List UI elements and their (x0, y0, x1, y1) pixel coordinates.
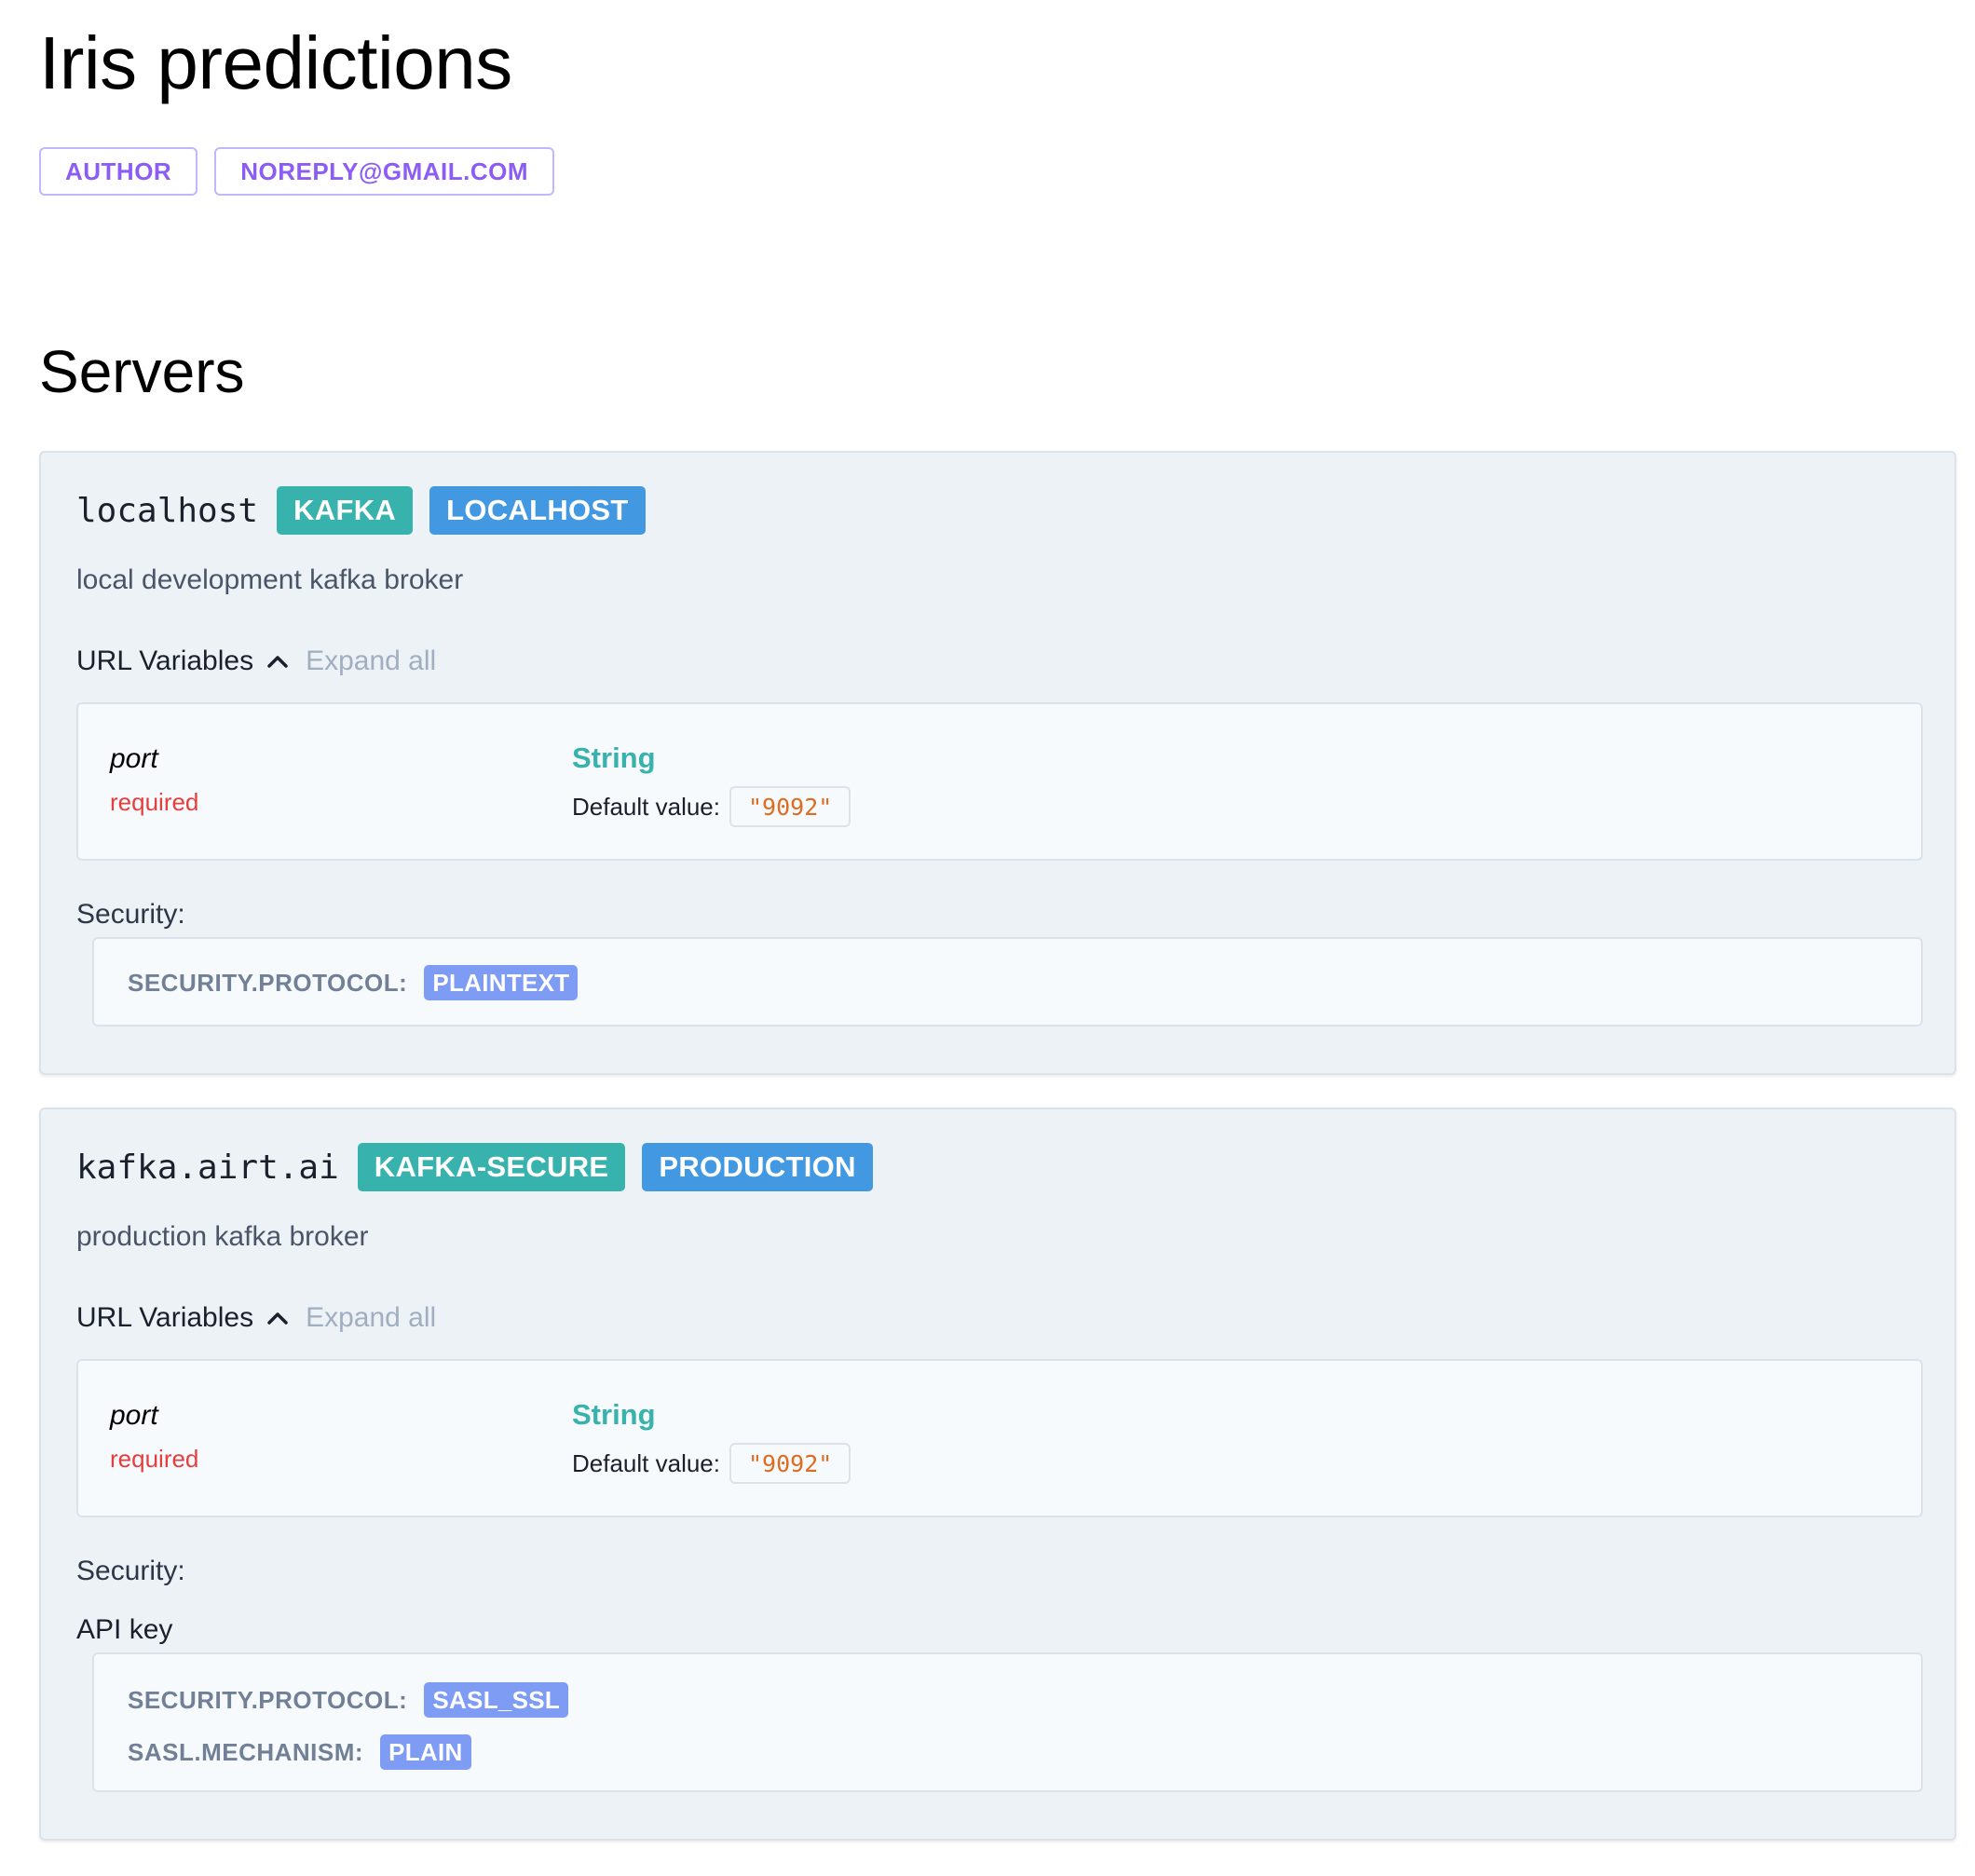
security-label: Security: (76, 1556, 185, 1586)
security-key: SASL.MECHANISM: (128, 1737, 364, 1766)
security-value-badge: SASL_SSL (424, 1682, 569, 1718)
security-item: SECURITY.PROTOCOL: SASL_SSL (128, 1682, 569, 1718)
protocol-badge: KAFKA-SECURE (357, 1143, 626, 1191)
environment-badge: PRODUCTION (642, 1143, 873, 1191)
server-card-localhost: localhost KAFKA LOCALHOST local developm… (39, 451, 1956, 1075)
url-variables-toggle[interactable]: URL Variables (76, 646, 253, 677)
variable-name: port (110, 1400, 158, 1431)
protocol-badge: KAFKA (277, 486, 414, 535)
security-item: SASL.MECHANISM: PLAIN (128, 1734, 471, 1770)
variable-type: String (572, 1398, 656, 1431)
default-value-row: Default value: "9092" (572, 1443, 851, 1484)
server-description: production kafka broker (76, 1221, 369, 1252)
environment-badge: LOCALHOST (429, 486, 646, 535)
security-box: SECURITY.PROTOCOL: SASL_SSL SASL.MECHANI… (92, 1652, 1923, 1792)
server-url: kafka.airt.ai (76, 1148, 339, 1187)
server-card-production: kafka.airt.ai KAFKA-SECURE PRODUCTION pr… (39, 1108, 1956, 1841)
author-tags: AUTHOR NOREPLY@GMAIL.COM (39, 147, 555, 196)
default-value-row: Default value: "9092" (572, 786, 851, 827)
url-variables-toggle[interactable]: URL Variables (76, 1302, 253, 1334)
security-value-badge: PLAINTEXT (424, 965, 579, 1000)
security-box: SECURITY.PROTOCOL: PLAINTEXT (92, 937, 1923, 1026)
author-tag[interactable]: AUTHOR (39, 147, 198, 196)
server-header: localhost KAFKA LOCALHOST (76, 486, 646, 535)
expand-all-button[interactable]: Expand all (306, 646, 436, 677)
security-scheme-name: API key (76, 1614, 173, 1645)
url-variables-header: URL Variables Expand all (76, 1302, 436, 1334)
required-label: required (110, 1445, 199, 1473)
required-label: required (110, 788, 199, 816)
chevron-up-icon[interactable] (266, 1311, 289, 1325)
server-header: kafka.airt.ai KAFKA-SECURE PRODUCTION (76, 1143, 873, 1191)
author-email-tag[interactable]: NOREPLY@GMAIL.COM (214, 147, 555, 196)
server-url: localhost (76, 491, 259, 530)
variable-name: port (110, 743, 158, 774)
server-description: local development kafka broker (76, 564, 464, 595)
security-item: SECURITY.PROTOCOL: PLAINTEXT (128, 965, 579, 1000)
default-value-label: Default value: (572, 1448, 720, 1477)
url-variable-row: port required String Default value: "909… (76, 702, 1923, 861)
page-title: Iris predictions (39, 21, 512, 104)
expand-all-button[interactable]: Expand all (306, 1302, 436, 1334)
variable-type: String (572, 741, 656, 774)
url-variables-header: URL Variables Expand all (76, 646, 436, 677)
default-value: "9092" (729, 786, 851, 827)
security-label: Security: (76, 899, 185, 930)
url-variable-row: port required String Default value: "909… (76, 1359, 1923, 1517)
servers-heading: Servers (39, 338, 245, 405)
chevron-up-icon[interactable] (266, 654, 289, 669)
security-key: SECURITY.PROTOCOL: (128, 968, 408, 997)
default-value-label: Default value: (572, 792, 720, 821)
default-value: "9092" (729, 1443, 851, 1484)
security-key: SECURITY.PROTOCOL: (128, 1685, 408, 1714)
security-value-badge: PLAIN (380, 1734, 471, 1770)
